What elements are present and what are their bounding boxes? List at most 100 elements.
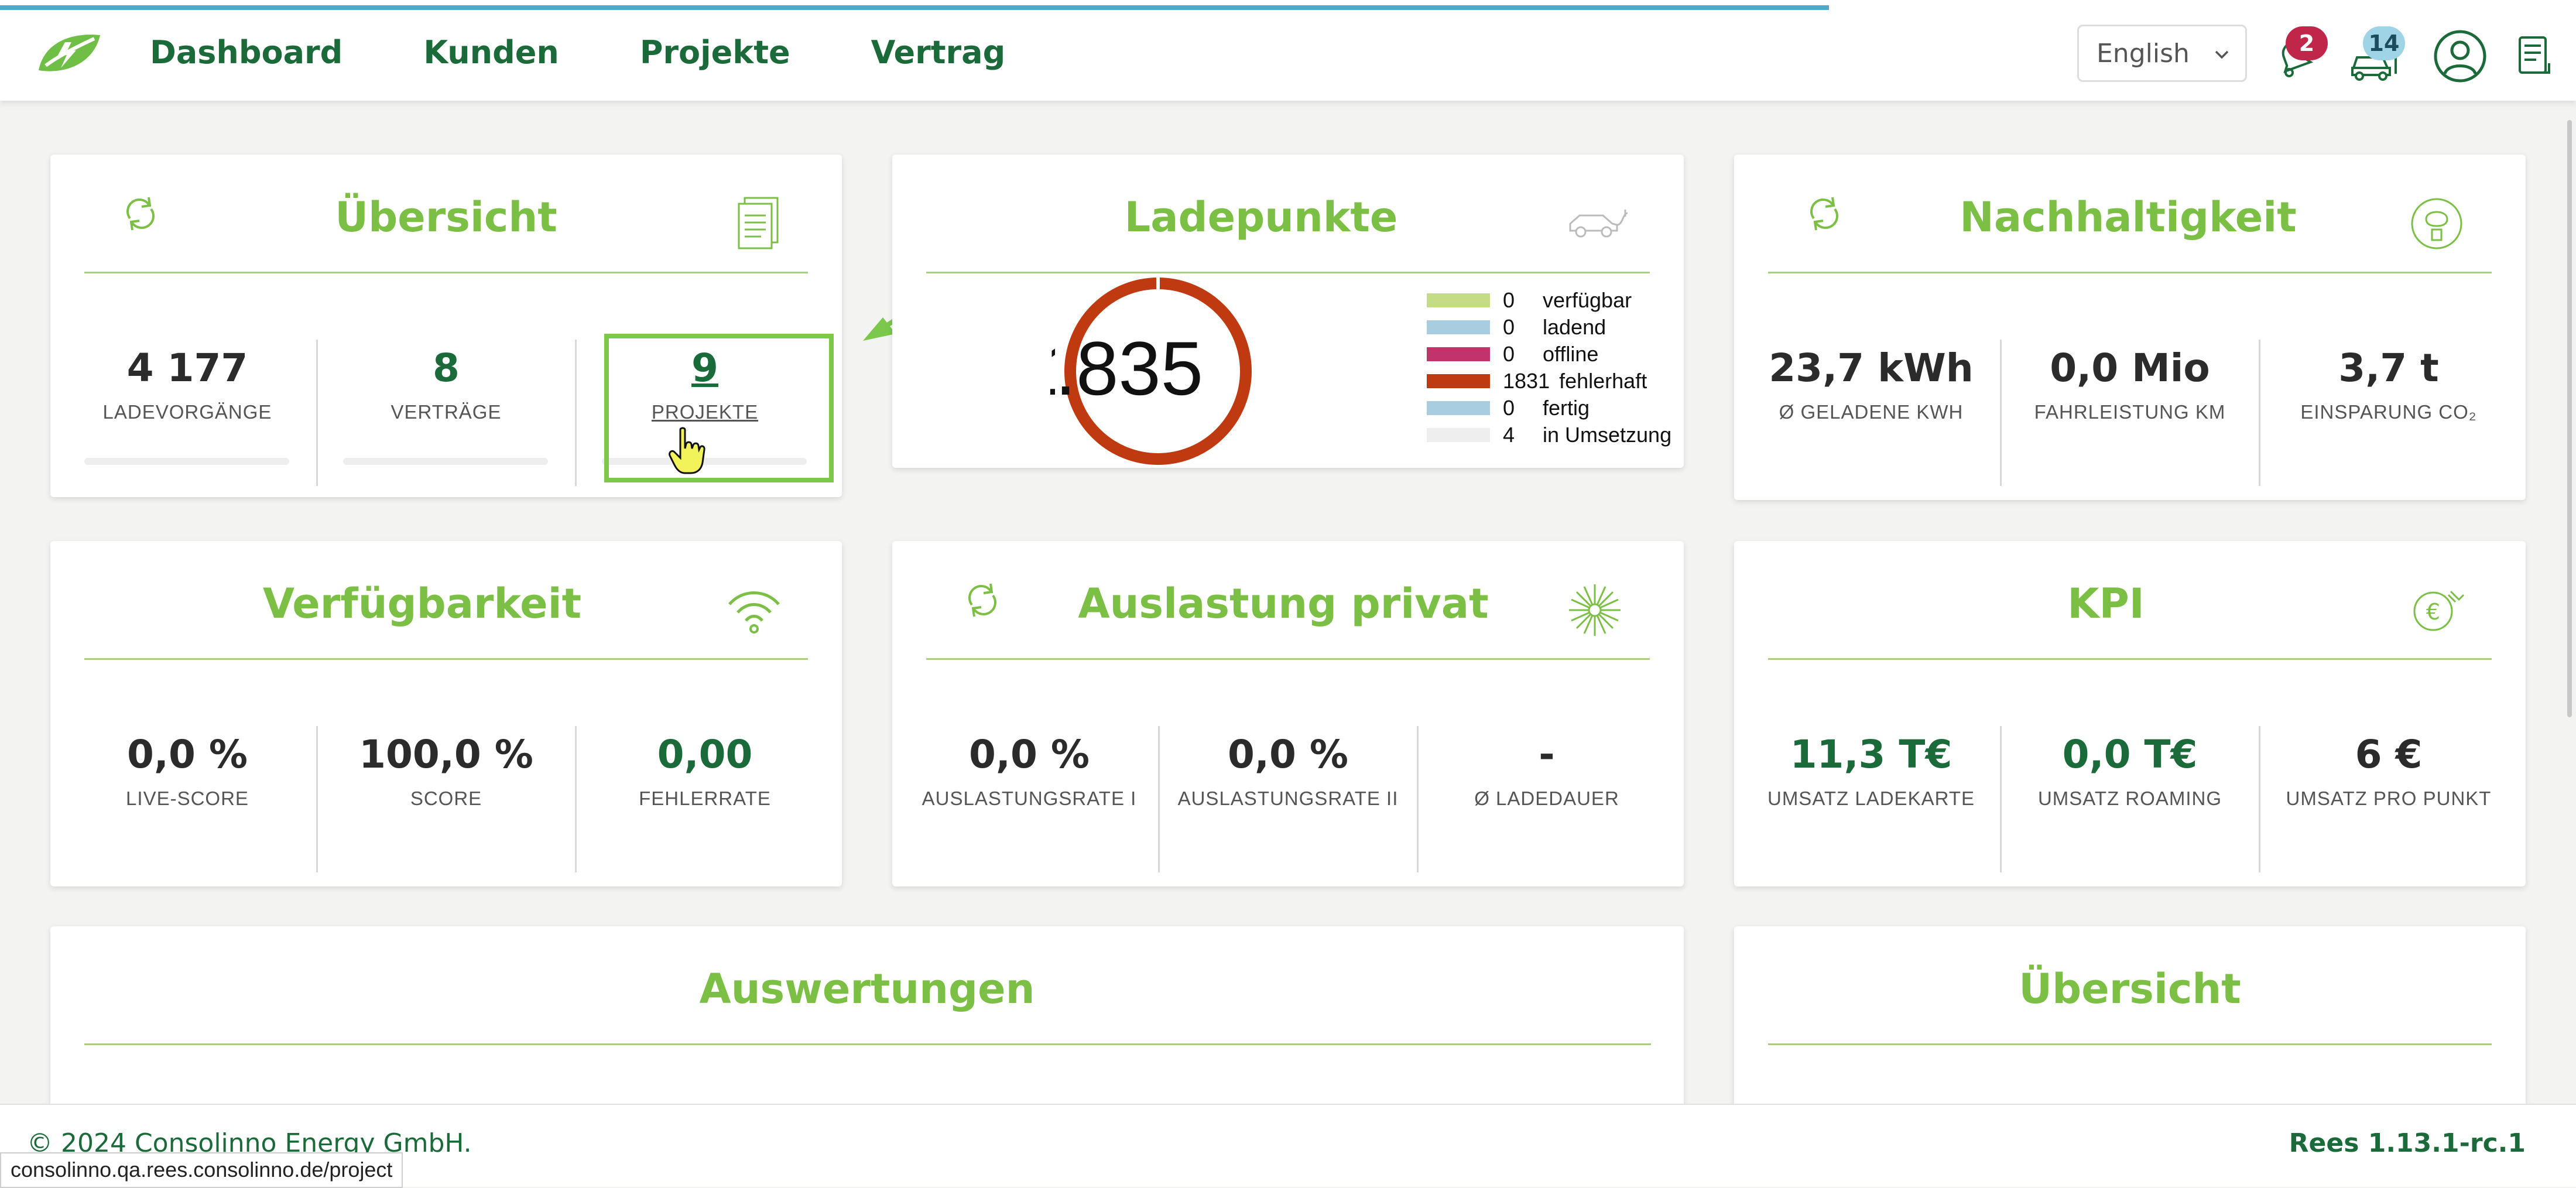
stat-umsatz-roaming: 0,0 T€ UMSATZ ROAMING	[2001, 731, 2259, 810]
card-divider-line	[84, 272, 808, 273]
legend-item: 4 in Umsetzung	[1427, 422, 1671, 449]
legend-count: 0	[1503, 315, 1515, 339]
consolinno-logo[interactable]	[33, 29, 103, 77]
stat-vertraege[interactable]: 8 VERTRÄGE	[317, 345, 575, 423]
card-divider-line	[84, 1043, 1651, 1045]
card-title: Auswertungen	[699, 965, 1035, 1013]
stat-label: UMSATZ LADEKARTE	[1767, 788, 1975, 809]
legend-item: 0 ladend	[1427, 314, 1671, 341]
card-title: Auslastung privat	[1078, 580, 1489, 628]
main-nav: Dashboard Kunden Projekte Vertrag	[150, 32, 1086, 73]
donut-center-text: .835	[1055, 326, 1204, 411]
stat-value: -	[1539, 732, 1555, 777]
donut-center-value: 1.835	[1044, 324, 1203, 412]
stat-label: SCORE	[410, 788, 482, 809]
page-scrollbar[interactable]	[2567, 120, 2572, 717]
stat-label: Ø GELADENE KWH	[1779, 401, 1964, 423]
language-select[interactable]: English	[2077, 25, 2247, 82]
documents-icon	[738, 197, 779, 249]
loading-placeholder	[343, 458, 548, 465]
legend-swatch	[1427, 374, 1490, 388]
footer-version: Rees 1.13.1-rc.1	[2289, 1128, 2526, 1158]
card-title: Verfügbarkeit	[262, 580, 582, 628]
donut-center-clip: 1	[1044, 324, 1055, 412]
stat-value: 0,0 Mio	[2050, 345, 2210, 391]
stat-label: FAHRLEISTUNG KM	[2034, 401, 2226, 423]
card-divider-line	[84, 658, 808, 660]
legend-item: 0 offline	[1427, 341, 1671, 368]
chevron-down-icon	[2215, 50, 2229, 59]
ladepunkte-legend: 0 verfügbar 0 ladend 0 offline 1831 fehl…	[1427, 287, 1671, 449]
legend-swatch	[1427, 347, 1490, 361]
card-divider-line	[1768, 658, 2492, 660]
stat-value: 11,3 T€	[1790, 732, 1952, 777]
document-icon[interactable]	[2514, 34, 2555, 81]
loading-progress-bar	[0, 5, 1829, 10]
legend-item: 0 verfügbar	[1427, 287, 1671, 314]
stat-value: 0,0 %	[1227, 732, 1349, 777]
legend-item: 0 fertig	[1427, 395, 1671, 422]
card-divider-line	[926, 658, 1650, 660]
card-divider-line	[1768, 1043, 2492, 1045]
stat-value: 0,00	[657, 732, 753, 777]
legend-item: 1831 fehlerhaft	[1427, 368, 1671, 395]
stat-value: 3,7 t	[2338, 345, 2439, 391]
top-header: Dashboard Kunden Projekte Vertrag Englis…	[0, 0, 2576, 101]
stat-value: 8	[433, 345, 460, 391]
legend-label: in Umsetzung	[1543, 423, 1672, 447]
nav-kunden[interactable]: Kunden	[423, 32, 559, 73]
loading-placeholder	[84, 458, 289, 465]
card-title: Ladepunkte	[1124, 193, 1398, 241]
stat-value: 0,0 T€	[2062, 732, 2198, 777]
stat-label: UMSATZ PRO PUNKT	[2286, 788, 2492, 809]
card-divider-line	[926, 272, 1650, 273]
language-select-value: English	[2097, 38, 2190, 69]
svg-text:€: €	[2426, 599, 2440, 625]
legend-label: ladend	[1543, 315, 1606, 339]
stat-label: Ø LADEDAUER	[1474, 788, 1619, 809]
legend-count: 0	[1503, 288, 1515, 312]
stat-label: EINSPARUNG CO₂	[2300, 401, 2477, 423]
status-url-tooltip: consolinno.qa.rees.consolinno.de/project	[0, 1152, 403, 1188]
sunburst-icon	[1569, 584, 1621, 636]
eco-globe-icon	[2411, 198, 2462, 249]
legend-label: offline	[1543, 342, 1599, 366]
stat-umsatz-ladekarte: 11,3 T€ UMSATZ LADEKARTE	[1742, 731, 2000, 810]
stat-label: LADEVORGÄNGE	[102, 401, 272, 423]
stat-label: UMSATZ ROAMING	[2037, 788, 2222, 809]
stat-value: 100,0 %	[359, 732, 533, 777]
electric-car-icon	[1569, 210, 1628, 238]
highlight-box	[604, 334, 834, 482]
nav-vertrag[interactable]: Vertrag	[871, 32, 1006, 73]
stat-value: 0,0 %	[126, 732, 248, 777]
stat-label: LIVE-SCORE	[126, 788, 249, 809]
legend-label: verfügbar	[1543, 288, 1632, 312]
legend-count: 4	[1503, 423, 1515, 447]
user-avatar-icon[interactable]	[2432, 28, 2488, 84]
stat-ladevorgaenge[interactable]: 4 177 LADEVORGÄNGE	[59, 345, 316, 423]
hand-cursor-icon	[669, 427, 705, 474]
stat-ladedauer: - Ø LADEDAUER	[1418, 731, 1676, 810]
stat-einsparung-co2: 3,7 t EINSPARUNG CO₂	[2260, 345, 2517, 423]
legend-count: 1831	[1503, 369, 1550, 393]
nav-projekte[interactable]: Projekte	[640, 32, 790, 73]
stat-label: AUSLASTUNGSRATE II	[1177, 788, 1399, 809]
euro-charge-icon: €	[2413, 590, 2465, 631]
legend-swatch	[1427, 320, 1490, 334]
stat-value: 6 €	[2355, 732, 2423, 777]
stat-fahrleistung: 0,0 Mio FAHRLEISTUNG KM	[2001, 345, 2259, 423]
card-verfuegbarkeit: Verfügbarkeit 0,0 % LIVE-SCORE 100,0 % S…	[50, 541, 842, 886]
card-title: Übersicht	[2019, 965, 2241, 1013]
stat-auslastungsrate-2: 0,0 % AUSLASTUNGSRATE II	[1159, 731, 1417, 810]
charging-badge: 14	[2363, 26, 2405, 60]
stat-label: AUSLASTUNGSRATE I	[922, 788, 1137, 809]
card-nachhaltigkeit: Nachhaltigkeit 23,7 kWh Ø GELADENE KWH 0…	[1734, 155, 2526, 500]
stat-label: FEHLERRATE	[639, 788, 771, 809]
legend-count: 0	[1503, 342, 1515, 366]
stat-score: 100,0 % SCORE	[317, 731, 575, 810]
card-kpi: KPI € 11,3 T€ UMSATZ LADEKARTE 0,0 T€ UM…	[1734, 541, 2526, 886]
legend-swatch	[1427, 401, 1490, 415]
legend-swatch	[1427, 428, 1490, 442]
nav-dashboard[interactable]: Dashboard	[150, 32, 342, 73]
card-title: Nachhaltigkeit	[1960, 193, 2297, 241]
